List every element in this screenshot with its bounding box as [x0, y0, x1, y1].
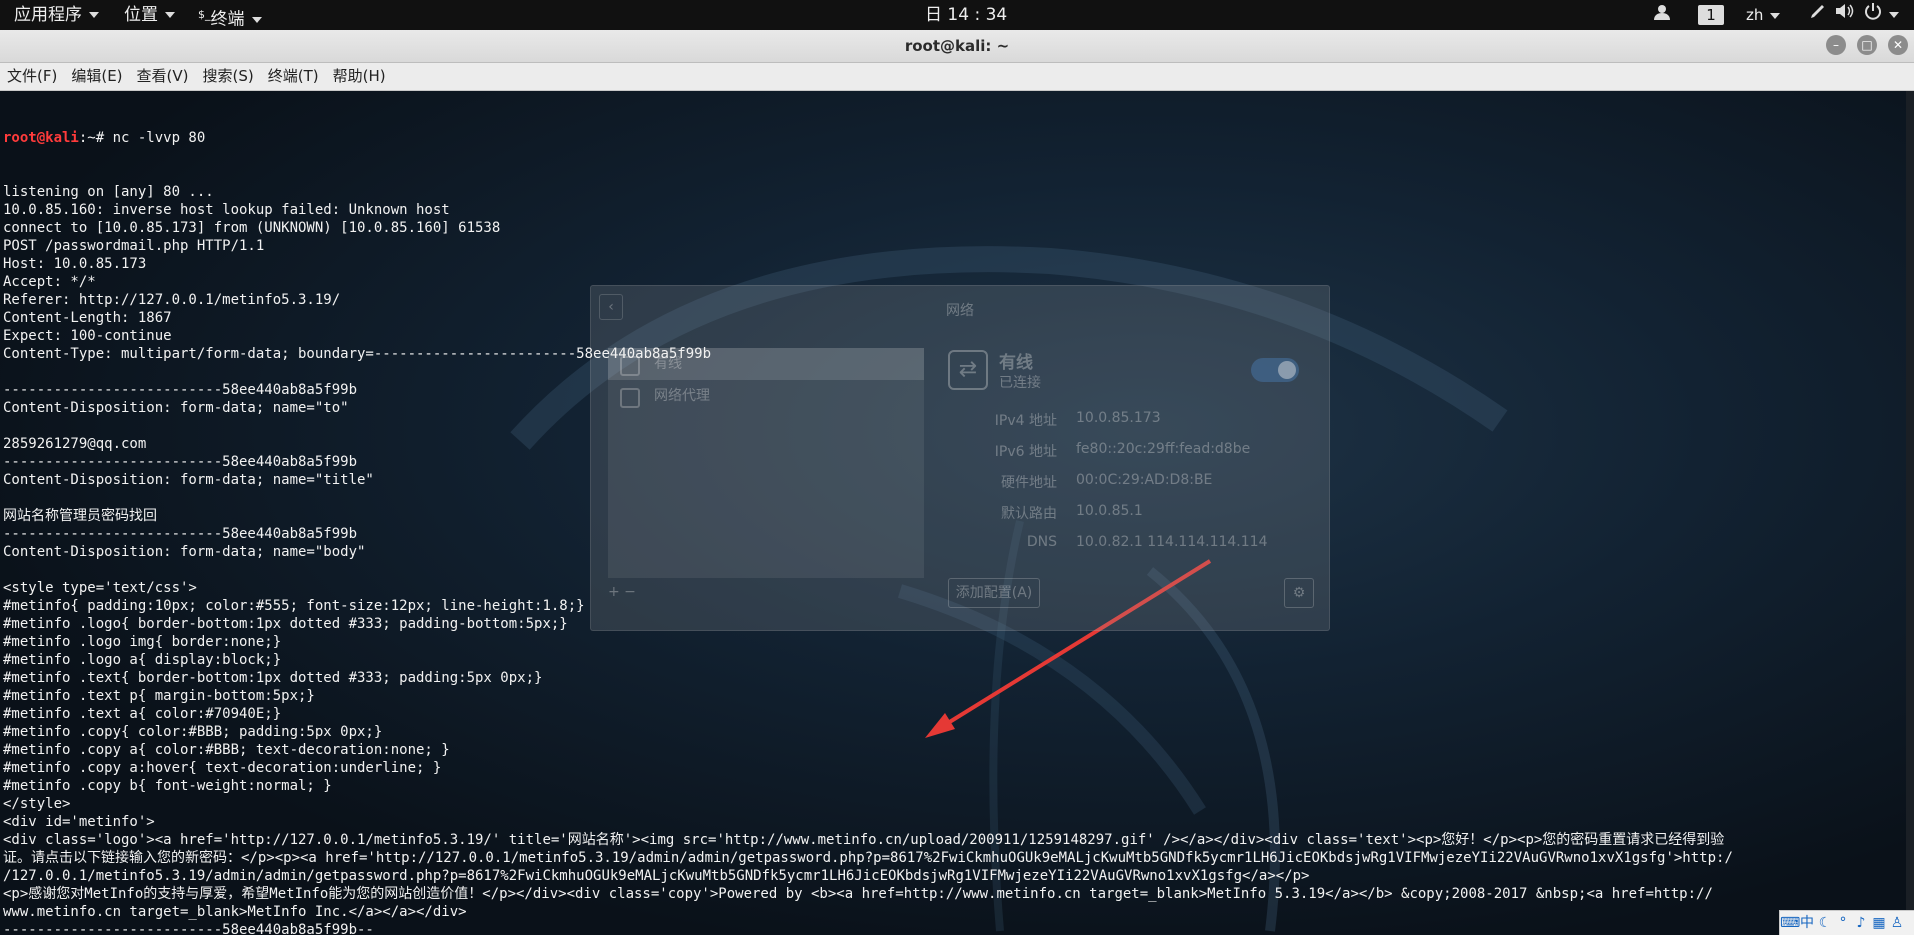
- terminal-line: #metinfo .text a{ color:#70940E;}: [3, 706, 282, 722]
- terminal-line: /127.0.0.1/metinfo5.3.19/admin/admin/get…: [3, 868, 1310, 884]
- command-text: nc -lvvp 80: [112, 130, 206, 146]
- terminal-line: --------------------------58ee440ab8a5f9…: [3, 922, 374, 935]
- moon-icon[interactable]: ☾: [1816, 911, 1834, 935]
- speaker-icon[interactable]: ♪: [1852, 911, 1870, 935]
- terminal-line: Expect: 100-continue: [3, 328, 172, 344]
- prompt-line: root@kali:~# nc -lvvp 80: [3, 129, 1903, 147]
- terminal-line: POST /passwordmail.php HTTP/1.1: [3, 238, 265, 254]
- window-title: root@kali: ~: [904, 37, 1010, 55]
- power-icon[interactable]: [1864, 0, 1899, 30]
- terminal-line: listening on [any] 80 ...: [3, 184, 214, 200]
- language-label: zh: [1746, 6, 1764, 24]
- user-icon[interactable]: [1652, 0, 1672, 30]
- terminal-line: Referer: http://127.0.0.1/metinfo5.3.19/: [3, 292, 341, 308]
- pen-icon[interactable]: [1809, 0, 1827, 30]
- terminal-line: Content-Type: multipart/form-data; bound…: [3, 346, 712, 362]
- terminal-line: #metinfo .copy{ color:#BBB; padding:5px …: [3, 724, 383, 740]
- terminal-line: 2859261279@qq.com: [3, 436, 147, 452]
- clock[interactable]: 日 14 : 34: [925, 0, 1007, 30]
- chevron-down-icon: [89, 12, 99, 18]
- window-titlebar[interactable]: root@kali: ~ – □ ✕: [0, 30, 1914, 63]
- top-panel: 应用程序 位置 $_终端 日 14 : 34 1 zh: [0, 0, 1914, 30]
- terminal-line: <div id='metinfo'>: [3, 814, 155, 830]
- terminal-output: root@kali:~# nc -lvvp 80 listening on [a…: [3, 93, 1903, 935]
- terminal-label: 终端: [210, 9, 245, 30]
- places-menu[interactable]: 位置: [124, 0, 175, 30]
- terminal-line: 10.0.85.160: inverse host lookup failed:…: [3, 202, 450, 218]
- terminal-line: #metinfo .text{ border-bottom:1px dotted…: [3, 670, 543, 686]
- terminal-line: #metinfo .text p{ margin-bottom:5px;}: [3, 688, 315, 704]
- chevron-down-icon: [1770, 12, 1781, 19]
- terminal-scrollbar[interactable]: [1906, 91, 1914, 935]
- terminal-line: 证。请点击以下链接输入您的新密码：</p><p><a href='http://…: [3, 850, 1733, 866]
- chevron-down-icon: [165, 12, 175, 18]
- keypad-icon[interactable]: ▦: [1870, 911, 1888, 935]
- minimize-icon[interactable]: –: [1826, 35, 1846, 55]
- menu-search[interactable]: 搜索(S): [196, 63, 261, 90]
- places-label: 位置: [124, 5, 158, 25]
- terminal-line: #metinfo .copy b{ font-weight:normal; }: [3, 778, 332, 794]
- menu-help[interactable]: 帮助(H): [326, 63, 393, 90]
- terminal-line: --------------------------58ee440ab8a5f9…: [3, 382, 358, 398]
- terminal-line: www.metinfo.cn target=_blank>MetInfo Inc…: [3, 904, 467, 920]
- terminal-view[interactable]: ‹ 网络 有线 网络代理 + − ⇄ 有线 已连接 IPv4 地址 10.0.85…: [0, 91, 1906, 935]
- applications-label: 应用程序: [14, 5, 82, 25]
- prompt-user: root@kali: [3, 130, 79, 146]
- terminal-line: Host: 10.0.85.173: [3, 256, 147, 272]
- workspace-indicator[interactable]: 1: [1698, 0, 1724, 30]
- terminal-line: <p>感谢您对MetInfo的支持与厚爱，希望MetInfo能为您的网站创造价值…: [3, 886, 1713, 902]
- terminal-line: <style type='text/css'>: [3, 580, 197, 596]
- chevron-down-icon: [1889, 12, 1899, 18]
- terminal-line: Accept: */*: [3, 274, 96, 290]
- menu-terminal[interactable]: 终端(T): [261, 63, 326, 90]
- terminal-line: <div class='logo'><a href='http://127.0.…: [3, 832, 1725, 848]
- terminal-line: </style>: [3, 796, 71, 812]
- menu-file[interactable]: 文件(F): [0, 63, 64, 90]
- maximize-icon[interactable]: □: [1857, 35, 1877, 55]
- terminal-line: #metinfo{ padding:10px; color:#555; font…: [3, 598, 585, 614]
- volume-icon[interactable]: [1834, 0, 1854, 30]
- terminal-glyph-icon: $_: [198, 8, 211, 21]
- terminal-line: Content-Disposition: form-data; name="bo…: [3, 544, 366, 560]
- terminal-line: --------------------------58ee440ab8a5f9…: [3, 526, 358, 542]
- prompt-rest: :~#: [78, 130, 113, 146]
- terminal-line: #metinfo .logo a{ display:block;}: [3, 652, 282, 668]
- ime-tray: ⌨中 ☾ ° ♪ ▦ ♙: [1779, 910, 1914, 935]
- dot-icon[interactable]: °: [1834, 911, 1852, 935]
- terminal-line: 网站名称管理员密码找回: [3, 508, 157, 524]
- terminal-line: #metinfo .logo img{ border:none;}: [3, 634, 282, 650]
- workspace-number: 1: [1698, 5, 1724, 25]
- terminal-line: Content-Disposition: form-data; name="to…: [3, 400, 349, 416]
- applications-menu[interactable]: 应用程序: [14, 0, 99, 30]
- terminal-line: connect to [10.0.85.173] from (UNKNOWN) …: [3, 220, 501, 236]
- shirt-icon[interactable]: ♙: [1888, 911, 1906, 935]
- terminal-line: #metinfo .copy a:hover{ text-decoration:…: [3, 760, 442, 776]
- language-menu[interactable]: zh: [1746, 0, 1781, 30]
- terminal-line: --------------------------58ee440ab8a5f9…: [3, 454, 358, 470]
- terminal-line: #metinfo .copy a{ color:#BBB; text-decor…: [3, 742, 450, 758]
- close-icon[interactable]: ✕: [1888, 35, 1908, 55]
- menu-edit[interactable]: 编辑(E): [64, 63, 129, 90]
- terminal-line: #metinfo .logo{ border-bottom:1px dotted…: [3, 616, 568, 632]
- terminal-menu[interactable]: $_终端: [198, 0, 262, 30]
- terminal-line: Content-Length: 1867: [3, 310, 172, 326]
- chevron-down-icon: [251, 16, 262, 23]
- menubar: 文件(F) 编辑(E) 查看(V) 搜索(S) 终端(T) 帮助(H): [0, 63, 1914, 91]
- terminal-line: Content-Disposition: form-data; name="ti…: [3, 472, 374, 488]
- keyboard-icon[interactable]: ⌨: [1780, 911, 1800, 935]
- menu-view[interactable]: 查看(V): [130, 63, 196, 90]
- ime-chinese-toggle[interactable]: 中: [1798, 911, 1816, 935]
